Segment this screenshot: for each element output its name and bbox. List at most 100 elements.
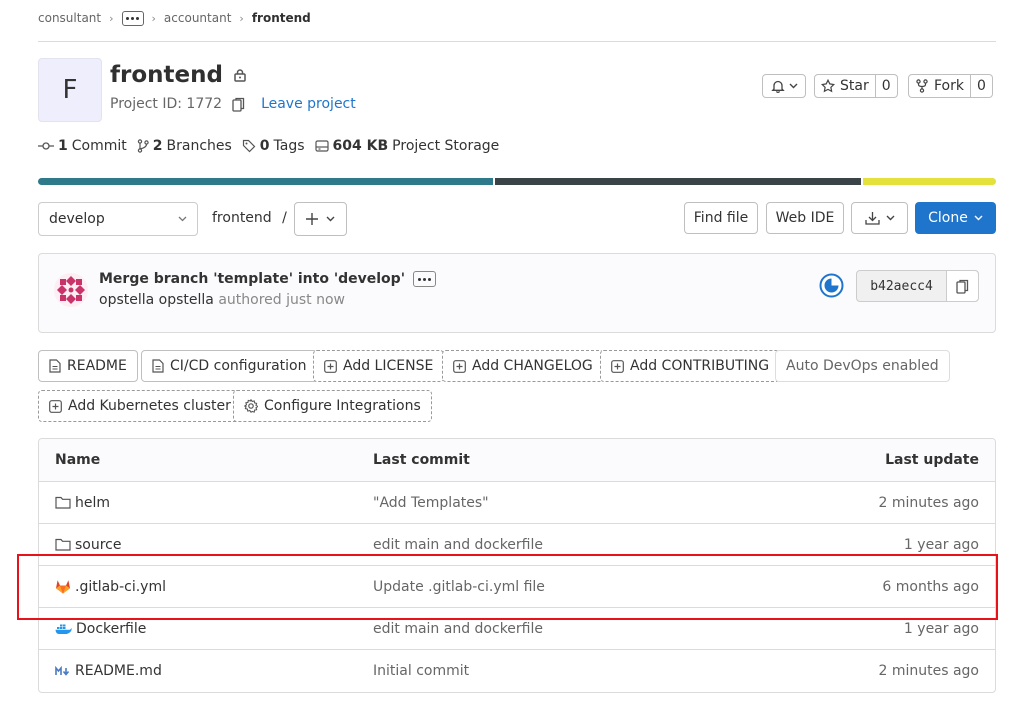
file-icon — [49, 359, 61, 373]
cicd-configuration-button[interactable]: CI/CD configuration — [141, 350, 318, 382]
plus-square-icon — [324, 359, 337, 373]
column-name-header: Name — [55, 452, 101, 468]
storage-stat[interactable]: 604 KB Project Storage — [314, 138, 499, 154]
add-license-button[interactable]: Add LICENSE — [313, 350, 445, 382]
commit-description-toggle[interactable] — [412, 271, 436, 287]
find-file-button[interactable]: Find file — [684, 202, 758, 234]
chevron-down-icon — [178, 216, 187, 222]
download-icon — [864, 211, 880, 225]
commit-author-name[interactable]: opstella opstella — [99, 292, 214, 308]
fork-icon — [915, 79, 929, 93]
auto-devops-button[interactable]: Auto DevOps enabled — [775, 350, 950, 382]
project-meta: Project ID: 1772 Leave project — [110, 96, 356, 112]
chevron-down-icon — [326, 216, 335, 222]
plus-icon — [306, 213, 318, 225]
add-changelog-button[interactable]: Add CHANGELOG — [442, 350, 604, 382]
clone-dropdown[interactable]: Clone — [915, 202, 996, 234]
plus-square-icon — [453, 359, 466, 373]
fork-button[interactable]: Fork — [908, 74, 971, 98]
markdown-icon — [55, 665, 71, 677]
tags-stat[interactable]: 0 Tags — [242, 138, 305, 154]
fork-group: Fork 0 — [908, 74, 993, 98]
breadcrumb-item-accountant[interactable]: accountant — [164, 11, 231, 25]
settings-icon — [244, 399, 258, 413]
copy-icon — [956, 279, 969, 294]
path-separator: / — [282, 210, 287, 226]
breadcrumb-expand-button[interactable] — [121, 10, 144, 26]
language-segment — [495, 178, 861, 185]
breadcrumb: consultant › › accountant › frontend — [38, 8, 311, 28]
divider — [38, 41, 996, 42]
chevron-right-icon: › — [239, 11, 244, 25]
commit-author-line: opstella opstella authored just now — [99, 292, 345, 308]
chevron-down-icon — [886, 215, 895, 221]
pipeline-status-icon[interactable] — [819, 273, 844, 298]
project-title: frontend — [110, 62, 247, 88]
table-row[interactable]: helm "Add Templates" 2 minutes ago — [39, 482, 995, 524]
file-name-link[interactable]: helm — [75, 495, 110, 511]
configure-integrations-button[interactable]: Configure Integrations — [233, 390, 432, 422]
commit-title: Merge branch 'template' into 'develop' — [99, 271, 436, 287]
star-icon — [821, 79, 835, 93]
readme-button[interactable]: README — [38, 350, 138, 382]
last-update-time: 2 minutes ago — [878, 663, 979, 679]
add-kubernetes-cluster-button[interactable]: Add Kubernetes cluster — [38, 390, 242, 422]
branch-icon — [137, 139, 149, 153]
copy-icon[interactable] — [232, 97, 245, 112]
breadcrumb-item-consultant[interactable]: consultant — [38, 11, 101, 25]
chevron-down-icon — [789, 83, 798, 89]
star-button[interactable]: Star — [814, 74, 876, 98]
leave-project-link[interactable]: Leave project — [261, 96, 356, 112]
repo-path: frontend / — [212, 210, 287, 226]
tag-icon — [242, 139, 256, 153]
file-name-link[interactable]: README.md — [75, 663, 162, 679]
chevron-right-icon: › — [151, 11, 156, 25]
fork-count[interactable]: 0 — [970, 74, 993, 98]
add-to-tree-dropdown[interactable] — [294, 202, 347, 236]
language-segment — [863, 178, 996, 185]
author-avatar[interactable] — [54, 273, 88, 307]
table-row[interactable]: README.md Initial commit 2 minutes ago — [39, 650, 995, 692]
folder-icon — [55, 496, 71, 509]
add-contributing-button[interactable]: Add CONTRIBUTING — [600, 350, 781, 382]
commit-sha[interactable]: b42aecc4 — [857, 271, 947, 301]
lock-icon — [233, 68, 247, 82]
project-avatar: F — [38, 58, 102, 122]
repository-languages-bar — [38, 178, 996, 185]
branches-stat[interactable]: 2 Branches — [137, 138, 232, 154]
commit-message-link[interactable]: "Add Templates" — [373, 482, 489, 523]
copy-sha-button[interactable] — [947, 271, 978, 301]
table-header: Name Last commit Last update — [39, 439, 995, 482]
language-segment — [38, 178, 493, 185]
commit-icon — [38, 141, 54, 151]
download-dropdown[interactable] — [851, 202, 908, 234]
file-name-link[interactable]: source — [75, 537, 122, 553]
storage-icon — [314, 140, 329, 152]
last-update-time: 2 minutes ago — [878, 494, 979, 511]
commit-title-link[interactable]: Merge branch 'template' into 'develop' — [99, 271, 405, 287]
commit-authored-time: authored just now — [218, 292, 345, 308]
project-id: Project ID: 1772 — [110, 96, 223, 112]
commits-stat[interactable]: 1 Commit — [38, 138, 127, 154]
star-group: Star 0 — [814, 74, 898, 98]
project-name: frontend — [110, 62, 223, 88]
notification-dropdown[interactable] — [762, 74, 806, 98]
web-ide-button[interactable]: Web IDE — [766, 202, 844, 234]
column-last-update-header: Last update — [885, 452, 979, 468]
path-root[interactable]: frontend — [212, 210, 272, 226]
branch-select[interactable]: develop — [38, 202, 198, 236]
chevron-down-icon — [974, 215, 983, 221]
file-icon — [152, 359, 164, 373]
project-stats: 1 Commit 2 Branches 0 Tags 604 KB Project St… — [38, 136, 499, 156]
bell-icon — [770, 79, 785, 93]
breadcrumb-current[interactable]: frontend — [252, 11, 311, 25]
commit-message-link[interactable]: Initial commit — [373, 650, 469, 692]
folder-icon — [55, 538, 71, 551]
chevron-right-icon: › — [109, 11, 114, 25]
highlight-box — [17, 554, 998, 620]
file-name-link[interactable]: Dockerfile — [76, 621, 146, 637]
plus-square-icon — [611, 359, 624, 373]
column-last-commit-header: Last commit — [373, 452, 470, 468]
star-count[interactable]: 0 — [875, 74, 898, 98]
commit-sha-group: b42aecc4 — [856, 270, 979, 302]
